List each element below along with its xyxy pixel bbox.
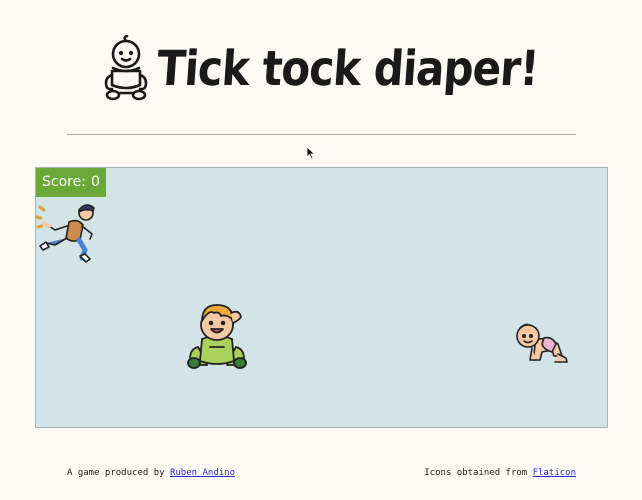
- header-divider: [67, 134, 576, 135]
- baby-diaper-icon: [105, 35, 148, 101]
- crawling-baby-icon[interactable]: [512, 320, 570, 364]
- score-label: Score:: [42, 174, 86, 190]
- score-display: Score: 0: [36, 168, 106, 197]
- icons-prefix: Icons obtained from: [424, 468, 528, 478]
- game-board[interactable]: Score: 0: [35, 167, 608, 428]
- score-value: 0: [90, 174, 100, 190]
- credit-prefix: A game produced by: [67, 468, 165, 478]
- flaticon-link[interactable]: Flaticon: [533, 468, 576, 478]
- mouse-cursor-icon: [306, 146, 316, 160]
- footer-icons-credit: Icons obtained from Flaticon: [424, 468, 576, 478]
- running-parent-icon[interactable]: [36, 200, 104, 264]
- sitting-baby-icon[interactable]: [186, 303, 248, 371]
- page-title: Tick tock diaper!: [155, 39, 541, 97]
- page: Tick tock diaper! Score: 0 A game produc…: [0, 0, 642, 500]
- author-link[interactable]: Ruben Andino: [170, 468, 235, 478]
- header: Tick tock diaper!: [0, 28, 642, 108]
- footer-credit: A game produced by Ruben Andino: [67, 468, 235, 478]
